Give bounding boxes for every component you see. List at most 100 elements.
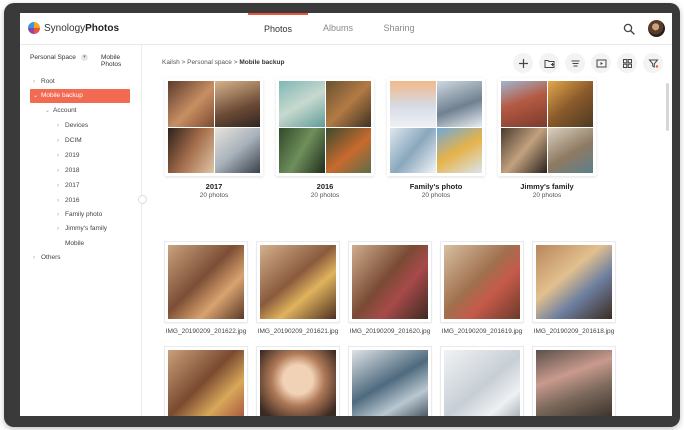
album-thumbnail-grid [165, 78, 263, 176]
photo-filename: IMG_20190209_201618.jpg [533, 328, 615, 335]
tree-item-2019[interactable]: › 2019 [57, 149, 79, 163]
photo-tile[interactable]: IMG_20190209_201622.jpg [164, 241, 248, 335]
photo-tile[interactable]: IMG_20190209_201619.jpg [440, 241, 524, 335]
tab-sharing[interactable]: Sharing [368, 13, 430, 45]
album-thumb [547, 127, 593, 173]
sort-icon [571, 59, 579, 67]
tree-item-2016[interactable]: › 2016 [57, 194, 79, 208]
album-title: Jimmy's family [520, 182, 574, 191]
photo-tile[interactable] [440, 346, 524, 416]
photo-tile[interactable] [348, 346, 432, 416]
search-icon[interactable] [623, 23, 635, 35]
tree-item-dcim[interactable]: › DCIM [57, 134, 82, 148]
space-selector[interactable]: Personal Space [30, 54, 76, 61]
photo-thumbnail [164, 346, 248, 416]
chevron-down-icon[interactable]: ⌄ [45, 104, 53, 118]
album-card[interactable]: Jimmy's family 20 photos [498, 78, 596, 199]
chevron-right-icon[interactable]: › [33, 251, 41, 265]
new-folder-button[interactable] [539, 53, 559, 73]
album-title: 2016 [316, 182, 334, 191]
tree-item-2018[interactable]: › 2018 [57, 164, 79, 178]
photo-thumbnail [164, 241, 248, 323]
album-thumb [501, 81, 547, 127]
album-thumb [390, 81, 436, 127]
album-count: 20 photos [310, 192, 340, 199]
chevron-right-icon[interactable]: › [57, 194, 65, 208]
tab-photos[interactable]: Photos [248, 13, 308, 45]
photo-filename: IMG_20190209_201620.jpg [349, 328, 431, 335]
tree-item-devices[interactable]: › Devices [57, 119, 88, 133]
tree-item-2017[interactable]: › 2017 [57, 179, 79, 193]
chevron-right-icon[interactable]: › [57, 208, 65, 222]
photo-thumbnail [440, 346, 524, 416]
add-button[interactable] [513, 53, 533, 73]
filter-button[interactable] [643, 53, 663, 73]
chevron-right-icon[interactable]: › [57, 164, 65, 178]
tree-item-label: Root [41, 78, 55, 85]
main-tabs: Photos Albums Sharing [248, 13, 430, 45]
chevron-down-icon[interactable]: ▾ [81, 54, 88, 61]
slideshow-button[interactable] [591, 53, 611, 73]
album-title: Family's photo [409, 182, 463, 191]
app-window: SynologyPhotos Photos Albums Sharing Per… [20, 13, 672, 416]
tree-item-label: DCIM [65, 137, 82, 144]
tree-item-family-photo[interactable]: › Family photo [57, 208, 102, 222]
new-folder-icon [544, 59, 554, 68]
photo-tile[interactable] [532, 346, 616, 416]
album-thumb [547, 81, 593, 127]
chevron-right-icon[interactable]: › [57, 179, 65, 193]
tab-albums[interactable]: Albums [308, 13, 368, 45]
photo-thumbnail [348, 241, 432, 323]
mobile-photos-link[interactable]: Mobile Photos [101, 54, 142, 68]
album-thumbnail-grid [276, 78, 374, 176]
tree-item-label: 2017 [65, 182, 80, 189]
photo-tile[interactable]: IMG_20190209_201621.jpg [256, 241, 340, 335]
scrollbar[interactable] [666, 83, 669, 131]
tree-item-mobile-backup[interactable]: ⌄ Mobile backup [30, 89, 130, 103]
album-card[interactable]: 2017 20 photos [165, 78, 263, 199]
tree-item-mobile[interactable]: Mobile [65, 237, 84, 251]
album-thumb [214, 127, 260, 173]
chevron-right-icon[interactable]: › [57, 119, 65, 133]
brand-prefix: Synology [44, 22, 86, 34]
album-thumb [279, 127, 325, 173]
breadcrumb-path[interactable]: Kailsh > Personal space > [162, 59, 239, 66]
photo-thumbnail [440, 241, 524, 323]
user-avatar[interactable] [648, 20, 665, 37]
album-thumb [168, 81, 214, 127]
tree-item-jimmys-family[interactable]: › Jimmy's family [57, 222, 107, 236]
album-thumb [436, 81, 482, 127]
album-title: 2017 [205, 182, 223, 191]
album-thumb [390, 127, 436, 173]
album-thumb [325, 127, 371, 173]
album-thumb [325, 81, 371, 127]
photo-thumbnail [532, 346, 616, 416]
photo-filename: IMG_20190209_201622.jpg [165, 328, 247, 335]
chevron-right-icon[interactable]: › [57, 222, 65, 236]
photo-tile[interactable]: IMG_20190209_201620.jpg [348, 241, 432, 335]
chevron-right-icon[interactable]: › [57, 134, 65, 148]
tree-item-label: Mobile backup [41, 92, 83, 99]
photo-tile[interactable] [256, 346, 340, 416]
album-thumb [279, 81, 325, 127]
photo-tile[interactable]: IMG_20190209_201618.jpg [532, 241, 616, 335]
brand-suffix: Photos [85, 22, 120, 34]
slideshow-icon [596, 59, 606, 67]
chevron-right-icon[interactable]: › [57, 149, 65, 163]
album-thumbnail-grid [387, 78, 485, 176]
tree-item-others[interactable]: › Others [33, 251, 61, 265]
tree-item-label: 2019 [65, 152, 80, 159]
grid-view-button[interactable] [617, 53, 637, 73]
chevron-down-icon[interactable]: ⌄ [33, 89, 41, 103]
tree-item-root[interactable]: › Root [33, 75, 55, 89]
synology-logo-icon [28, 22, 40, 34]
album-card[interactable]: 2016 20 photos [276, 78, 374, 199]
album-thumb [168, 127, 214, 173]
tree-item-label: Account [53, 107, 77, 114]
sort-button[interactable] [565, 53, 585, 73]
chevron-right-icon[interactable]: › [33, 75, 41, 89]
sidebar-header: Personal Space ▾ Mobile Photos [20, 51, 142, 68]
album-card[interactable]: Family's photo 20 photos [387, 78, 485, 199]
photo-tile[interactable] [164, 346, 248, 416]
tree-item-account[interactable]: ⌄ Account [45, 104, 77, 118]
